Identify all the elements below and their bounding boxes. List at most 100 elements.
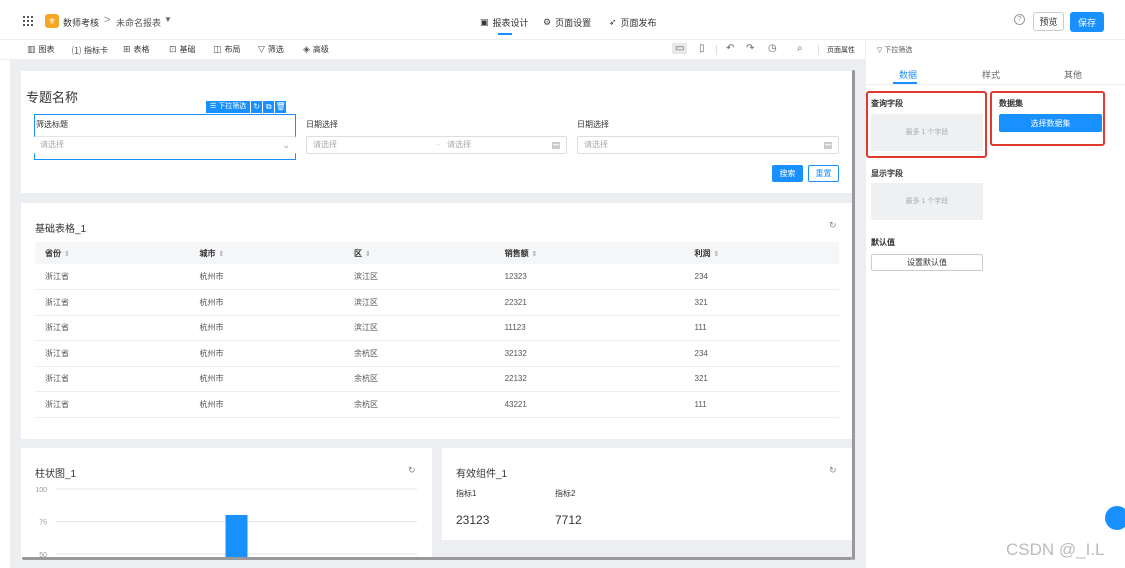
- metric-value: 23123: [456, 513, 490, 527]
- tab-page-publish[interactable]: ➶ 页面发布: [609, 16, 657, 29]
- query-field-dropzone[interactable]: 最多 1 个字段: [871, 114, 983, 151]
- tab-report-design[interactable]: ▣ 报表设计: [480, 16, 529, 35]
- table-cell: 余杭区: [343, 391, 495, 418]
- table-cell: 滨江区: [343, 315, 495, 341]
- toolbar-label: 筛选: [267, 45, 284, 54]
- sort-icon[interactable]: ⇕: [218, 251, 224, 258]
- date-range-picker[interactable]: 请选择 - 请选择 ▤: [306, 136, 567, 154]
- toolbar-chart[interactable]: ▥ 图表: [27, 44, 55, 55]
- tab-label: 页面发布: [620, 18, 657, 28]
- app-name[interactable]: 数师考核: [63, 16, 99, 29]
- filter-type-tag: ☰ 下拉筛选: [206, 101, 251, 113]
- preview-button[interactable]: 预览: [1033, 12, 1064, 31]
- set-default-value-button[interactable]: 设置默认值: [871, 254, 983, 271]
- caret-down-icon[interactable]: ▼: [164, 15, 172, 24]
- metric-label: 指标1: [456, 489, 477, 498]
- dataset-label: 数据集: [999, 99, 1023, 108]
- active-tab-indicator: [893, 82, 917, 84]
- metric-value: 7712: [555, 513, 582, 527]
- metric-card-icon: ⑴: [72, 46, 82, 56]
- redo-icon[interactable]: ↷: [746, 43, 754, 54]
- bar-chart: 1007550: [35, 487, 417, 560]
- filter-icon: ▽: [258, 44, 265, 54]
- search-button[interactable]: 搜索: [772, 165, 803, 182]
- table-cell: 余杭区: [343, 340, 495, 367]
- layout-icon: ◫: [213, 44, 222, 54]
- floating-assistant-button[interactable]: [1105, 506, 1125, 530]
- metric-label: 指标2: [555, 489, 576, 498]
- toolbar-label: 布局: [224, 45, 241, 54]
- bar[interactable]: [225, 515, 248, 560]
- toolbar-filter[interactable]: ▽ 筛选: [258, 44, 284, 55]
- reset-button[interactable]: 重置: [808, 165, 839, 182]
- table-cell: 11123: [494, 315, 685, 341]
- sort-icon[interactable]: ⇕: [714, 251, 720, 258]
- search-icon[interactable]: ⌕: [797, 43, 803, 54]
- column-label: 省份: [45, 248, 61, 258]
- canvas-horizontal-scrollbar[interactable]: [22, 557, 852, 560]
- panel-divider: [865, 84, 1125, 85]
- table-cell: 111: [684, 315, 839, 341]
- toolbar-divider: [716, 45, 717, 55]
- toolbar-basic[interactable]: ⊡ 基础: [169, 44, 196, 55]
- sort-icon[interactable]: ⇕: [64, 251, 70, 258]
- toolbar-table[interactable]: ⊞ 表格: [123, 44, 150, 55]
- delete-icon[interactable]: 🗑: [275, 101, 287, 113]
- save-button[interactable]: 保存: [1070, 12, 1104, 32]
- table-cell: 12323: [494, 264, 685, 290]
- column-header[interactable]: 省份 ⇕: [35, 242, 190, 264]
- toolbar-layout[interactable]: ◫ 布局: [213, 44, 241, 55]
- metric-card[interactable]: [442, 448, 852, 540]
- date-label: 日期选择: [577, 120, 609, 129]
- topic-title[interactable]: 专题名称: [26, 87, 78, 106]
- date-range-label: 日期选择: [306, 120, 338, 129]
- refresh-icon[interactable]: ↻: [829, 465, 837, 476]
- help-icon[interactable]: ?: [1014, 14, 1025, 25]
- table-cell: 杭州市: [189, 289, 344, 316]
- column-header[interactable]: 区 ⇕: [343, 242, 495, 264]
- table-cell: 111: [684, 391, 839, 418]
- table-cell: 234: [684, 340, 839, 367]
- table-cell: 43221: [494, 391, 685, 418]
- app-logo: ⚜: [45, 14, 59, 28]
- report-icon: ▣: [480, 17, 489, 27]
- refresh-icon[interactable]: ↻: [251, 101, 263, 113]
- display-field-dropzone[interactable]: 最多 1 个字段: [871, 183, 983, 220]
- tab-style[interactable]: 样式: [982, 68, 1000, 81]
- table-cell: 杭州市: [189, 366, 344, 392]
- table-title: 基础表格_1: [35, 224, 87, 235]
- date-picker[interactable]: 请选择 ▤: [577, 136, 839, 154]
- table-cell: 杭州市: [189, 340, 344, 367]
- mobile-view-icon[interactable]: ▯: [699, 43, 705, 54]
- select-dataset-button[interactable]: 选择数据集: [999, 114, 1102, 132]
- column-header[interactable]: 利润 ⇕: [684, 242, 839, 264]
- filter-select[interactable]: 请选择 ⌄: [34, 136, 296, 154]
- canvas-vertical-scrollbar[interactable]: [852, 70, 855, 560]
- history-icon[interactable]: ◷: [768, 43, 777, 54]
- breadcrumb-separator: >: [104, 14, 111, 26]
- tab-page-settings[interactable]: ⚙ 页面设置: [543, 16, 591, 29]
- table-cell: 浙江省: [35, 391, 190, 418]
- desktop-view-icon[interactable]: ▭: [672, 43, 688, 54]
- page-properties-button[interactable]: 页面属性: [827, 45, 855, 55]
- column-label: 利润: [694, 248, 711, 258]
- column-header[interactable]: 城市 ⇕: [189, 242, 344, 264]
- sort-icon[interactable]: ⇕: [532, 251, 538, 258]
- undo-icon[interactable]: ↶: [726, 43, 734, 54]
- column-header[interactable]: 销售额 ⇕: [494, 242, 685, 264]
- copy-icon[interactable]: ⧉: [263, 101, 275, 113]
- tab-data[interactable]: 数据: [899, 68, 917, 81]
- apps-grid-icon[interactable]: [23, 16, 33, 26]
- report-name[interactable]: 未命名报表: [116, 16, 161, 29]
- table-cell: 浙江省: [35, 315, 190, 341]
- toolbar-metric-card[interactable]: ⑴ 指标卡: [72, 44, 108, 57]
- refresh-icon[interactable]: ↻: [829, 220, 837, 231]
- toolbar-advanced[interactable]: ◈ 高级: [303, 44, 329, 55]
- column-label: 城市: [199, 248, 216, 258]
- refresh-icon[interactable]: ↻: [408, 465, 416, 476]
- toolbar-label: 图表: [38, 45, 55, 54]
- tab-other[interactable]: 其他: [1064, 68, 1082, 81]
- sort-icon[interactable]: ⇕: [365, 251, 371, 258]
- panel-header: ▽ 下拉筛选: [877, 47, 913, 54]
- table-cell: 杭州市: [189, 264, 344, 290]
